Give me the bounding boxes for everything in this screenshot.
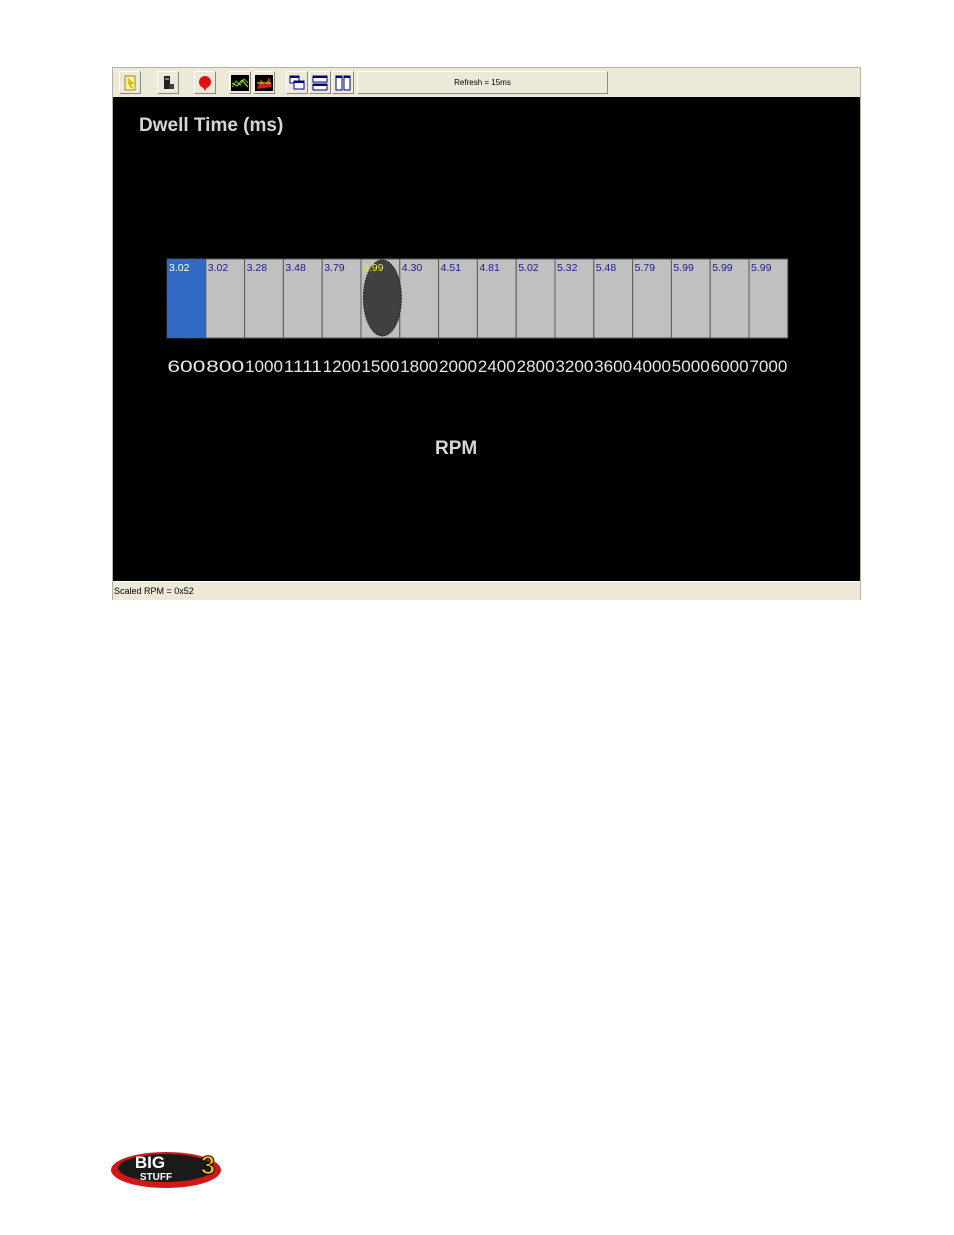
dwell-value: 3.02	[208, 262, 229, 274]
cascade-icon[interactable]	[286, 71, 308, 94]
dwell-value: 5.02	[518, 262, 539, 274]
dwell-value: 3.28	[247, 262, 268, 274]
logo-number: 3	[201, 1150, 215, 1180]
big-stuff-3-logo: BIG STUFF 3	[111, 1150, 221, 1188]
dwell-value: 3.99	[363, 262, 384, 274]
rpm-tick-label: 3200	[555, 358, 593, 376]
x-axis-title: RPM	[435, 438, 478, 459]
rpm-tick-label: 600	[167, 358, 205, 376]
rpm-tick-label: 1111	[284, 358, 322, 376]
rpm-tick-label: 1200	[323, 358, 361, 376]
dwell-value: 5.99	[751, 262, 772, 274]
dwell-value: 4.81	[479, 262, 500, 274]
device-icon[interactable]	[157, 71, 179, 94]
rpm-tick-label: 2000	[439, 358, 477, 376]
rpm-tick-label: 2800	[517, 358, 555, 376]
app-window: Refresh = 15ms Dwell Time (ms) 3.02 3.02 3…	[112, 67, 861, 600]
graph-icon[interactable]	[229, 71, 251, 94]
status-bar: Scaled RPM = 0x52	[113, 581, 860, 600]
toolbar: Refresh = 15ms	[113, 68, 860, 97]
dwell-table-svg: 3.02 3.02 3.28 3.48 3.79 3.99 4.30 4.51 4.81 5.02…	[166, 258, 789, 376]
rpm-tick-label: 800	[206, 358, 244, 376]
rpm-tick-label: 1500	[361, 358, 399, 376]
dwell-value: 3.79	[324, 262, 345, 274]
rpm-tick-label: 3600	[594, 358, 632, 376]
dwell-time-display: Dwell Time (ms) 3.02 3.02 3.28 3.48 3.79 3.99…	[113, 97, 860, 581]
dwell-value: 4.30	[402, 262, 423, 274]
refresh-rate-display[interactable]: Refresh = 15ms	[357, 71, 608, 94]
open-icon[interactable]	[119, 71, 141, 94]
logo-text-stuff: STUFF	[140, 1172, 172, 1183]
rpm-tick-label: 1800	[400, 358, 438, 376]
map-icon[interactable]	[253, 71, 275, 94]
tile-horizontal-icon[interactable]	[309, 71, 331, 94]
rpm-tick-label: 2400	[478, 358, 516, 376]
tile-vertical-icon[interactable]	[332, 71, 354, 94]
dwell-value: 5.99	[673, 262, 694, 274]
dwell-value: 3.48	[285, 262, 306, 274]
dwell-value: 3.02	[169, 262, 190, 274]
dwell-value: 5.99	[712, 262, 733, 274]
stop-icon[interactable]	[194, 71, 216, 94]
rpm-tick-label: 6000	[711, 358, 749, 376]
rpm-tick-label: 1000	[245, 358, 283, 376]
dwell-value: 5.48	[596, 262, 617, 274]
rpm-tick-label: 7000	[749, 358, 787, 376]
dwell-value: 5.32	[557, 262, 578, 274]
rpm-tick-label: 5000	[672, 358, 710, 376]
dwell-value: 4.51	[441, 262, 462, 274]
rpm-tick-label: 4000	[633, 358, 671, 376]
dwell-value: 5.79	[635, 262, 656, 274]
logo-text-big: BIG	[135, 1153, 165, 1172]
